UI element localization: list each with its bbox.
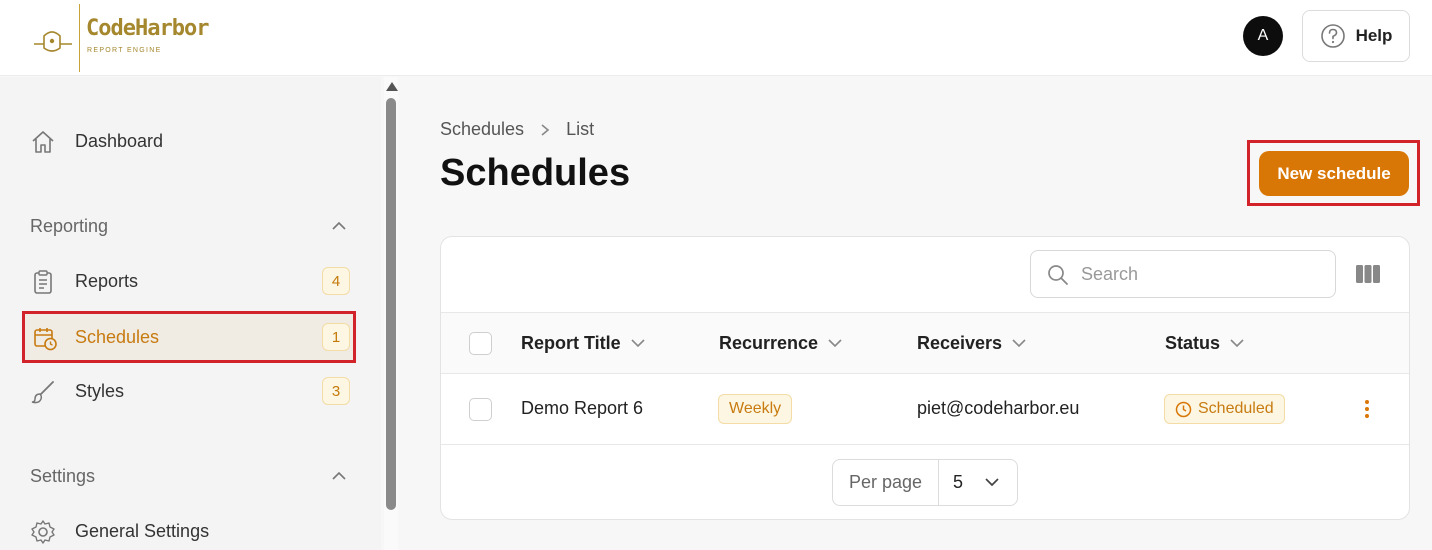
sidebar-item-general-settings[interactable]: General Settings: [22, 507, 356, 550]
sidebar: Dashboard Reporting Reports 4 Schedules …: [0, 77, 381, 550]
ship-logo-icon: [34, 31, 72, 52]
logo-subtitle: REPORT ENGINE: [87, 47, 162, 54]
logo-name: CodeHarbor: [86, 16, 209, 41]
chevron-up-icon[interactable]: [331, 221, 347, 231]
top-bar: CodeHarbor REPORT ENGINE A Help: [0, 0, 1432, 76]
count-badge: 1: [322, 323, 350, 351]
per-page-label: Per page: [833, 460, 939, 505]
count-badge: 3: [322, 377, 350, 405]
avatar[interactable]: A: [1243, 16, 1283, 56]
sidebar-item-dashboard[interactable]: Dashboard: [22, 117, 356, 165]
report-title-cell: Demo Report 6: [521, 398, 644, 418]
row-checkbox[interactable]: [469, 398, 492, 421]
columns-toggle-icon[interactable]: [1355, 263, 1381, 285]
sidebar-item-styles[interactable]: Styles 3: [22, 367, 356, 415]
page-title: Schedules: [440, 152, 631, 194]
table-row[interactable]: Demo Report 6 Weekly piet@codeharbor.eu …: [441, 374, 1409, 445]
sidebar-item-label: Schedules: [75, 326, 160, 347]
chevron-up-icon[interactable]: [331, 471, 347, 481]
scroll-up-arrow-icon[interactable]: [386, 82, 398, 91]
clock-icon: [1175, 401, 1192, 417]
column-header-status[interactable]: Status: [1165, 333, 1244, 354]
status-label: Scheduled: [1198, 400, 1274, 417]
sidebar-item-schedules[interactable]: Schedules 1: [22, 311, 356, 363]
receivers-cell: piet@codeharbor.eu: [917, 398, 1080, 418]
sidebar-item-reports[interactable]: Reports 4: [22, 257, 356, 305]
gear-icon: [31, 520, 55, 544]
search-icon: [1048, 265, 1068, 285]
sidebar-item-label: Reports: [75, 270, 139, 291]
per-page-select[interactable]: 5: [939, 460, 1017, 505]
chevron-down-icon: [985, 478, 999, 487]
logo[interactable]: CodeHarbor REPORT ENGINE: [30, 4, 209, 72]
column-header-recurrence[interactable]: Recurrence: [719, 333, 842, 354]
row-actions-menu-icon[interactable]: [1359, 398, 1375, 420]
breadcrumb-list: List: [566, 119, 595, 139]
search-box[interactable]: [1030, 250, 1336, 298]
chevron-down-icon: [1012, 339, 1026, 348]
count-badge: 4: [322, 267, 350, 295]
breadcrumb: Schedules List: [440, 119, 594, 140]
help-button[interactable]: Help: [1302, 10, 1410, 62]
select-all-checkbox[interactable]: [469, 332, 492, 355]
breadcrumb-schedules[interactable]: Schedules: [440, 119, 524, 140]
sidebar-item-label: Dashboard: [75, 130, 164, 151]
section-settings: Settings: [30, 466, 96, 486]
calendar-clock-icon: [34, 328, 57, 351]
table-header: Report Title Recurrence Receivers Status: [441, 312, 1409, 374]
section-reporting: Reporting: [30, 216, 109, 236]
column-header-report-title[interactable]: Report Title: [521, 333, 645, 354]
column-label: Recurrence: [719, 333, 819, 353]
help-icon: [1320, 24, 1345, 48]
home-icon: [32, 131, 54, 153]
search-input[interactable]: [1081, 261, 1321, 287]
chevron-down-icon: [828, 339, 842, 348]
sidebar-item-label: General Settings: [75, 520, 210, 541]
schedules-table-card: Report Title Recurrence Receivers Status…: [440, 236, 1410, 520]
chevron-right-icon: [541, 123, 550, 136]
new-schedule-button[interactable]: New schedule: [1259, 151, 1409, 196]
column-label: Status: [1165, 333, 1221, 353]
status-badge: Scheduled: [1164, 394, 1285, 424]
logo-divider: [79, 4, 80, 72]
column-header-receivers[interactable]: Receivers: [917, 333, 1026, 354]
scroll-thumb[interactable]: [386, 98, 396, 510]
recurrence-badge: Weekly: [718, 394, 793, 424]
brush-icon: [31, 381, 54, 404]
per-page-value: 5: [953, 472, 964, 492]
column-label: Receivers: [917, 333, 1003, 353]
per-page-control[interactable]: Per page 5: [832, 459, 1018, 506]
help-label: Help: [1355, 26, 1393, 45]
sidebar-item-label: Styles: [75, 380, 125, 401]
chevron-down-icon: [631, 339, 645, 348]
clipboard-icon: [34, 270, 52, 294]
column-label: Report Title: [521, 333, 621, 353]
chevron-down-icon: [1230, 339, 1244, 348]
